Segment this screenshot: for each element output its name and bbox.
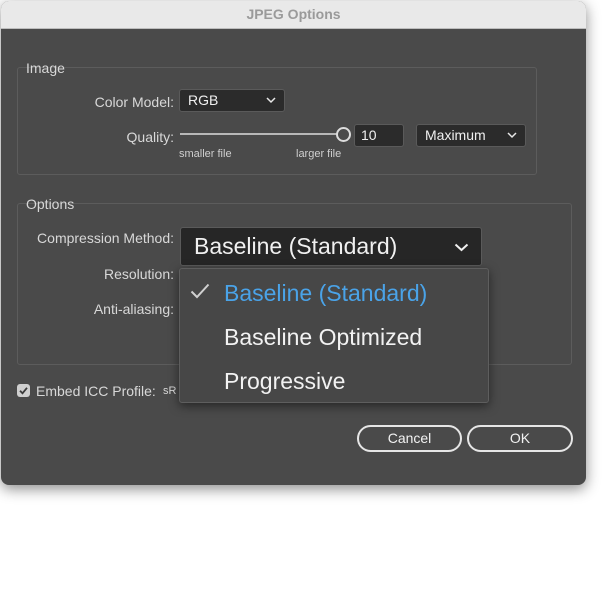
embed-icc-label: Embed ICC Profile: [36,383,156,399]
compression-method-label: Compression Method: [37,230,174,246]
menu-item-baseline-standard[interactable]: Baseline (Standard) [224,280,427,307]
window-title: JPEG Options [1,1,586,29]
color-model-value: RGB [188,92,219,108]
checkmark-icon [19,387,28,395]
compression-method-select[interactable]: Baseline (Standard) [180,227,482,266]
menu-item-baseline-optimized[interactable]: Baseline Optimized [224,324,422,351]
jpeg-options-dialog: JPEG Options Image Color Model: RGB Qual… [1,1,586,485]
chevron-down-icon [507,132,517,139]
chevron-down-icon [454,243,469,252]
image-group-title: Image [26,60,65,76]
options-group-title: Options [26,196,75,212]
slider-max-label: larger file [296,148,342,160]
image-group [17,67,537,175]
quality-input[interactable]: 10 [354,124,404,147]
ok-button[interactable]: OK [467,425,573,452]
quality-slider-track[interactable] [180,133,337,135]
color-model-select[interactable]: RGB [179,89,285,112]
quality-label: Quality: [126,129,174,145]
quality-preset-select[interactable]: Maximum [416,124,526,147]
menu-item-progressive[interactable]: Progressive [224,368,345,395]
compression-method-menu: Baseline (Standard) Baseline Optimized P… [179,268,489,403]
compression-method-value: Baseline (Standard) [194,233,398,259]
quality-slider-thumb[interactable] [336,127,351,142]
cancel-button[interactable]: Cancel [357,425,462,452]
color-model-label: Color Model: [94,94,174,110]
checkmark-icon [190,283,210,299]
resolution-label: Resolution: [103,266,174,282]
chevron-down-icon [266,97,276,104]
icc-profile-name: sR [163,385,177,397]
slider-min-label: smaller file [179,148,232,160]
embed-icc-checkbox[interactable] [17,384,30,397]
quality-preset-value: Maximum [425,127,486,143]
antialiasing-label: Anti-aliasing: [93,301,174,317]
